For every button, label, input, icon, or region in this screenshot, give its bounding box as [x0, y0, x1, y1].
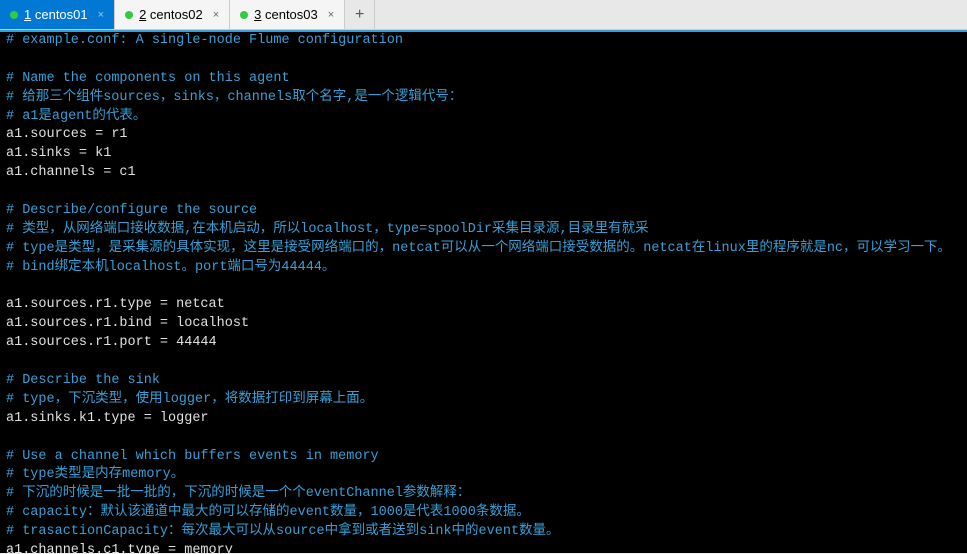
terminal-line [6, 429, 961, 448]
tab-label: 3 centos03 [254, 7, 318, 22]
add-tab-button[interactable]: + [345, 0, 375, 29]
terminal-line [6, 183, 961, 202]
tab-label: 1 centos01 [24, 7, 88, 22]
terminal-line: # 下沉的时候是一批一批的，下沉的时候是一个个eventChannel参数解释： [6, 485, 961, 504]
terminal-line: a1.sources = r1 [6, 126, 961, 145]
terminal-line: a1.channels = c1 [6, 164, 961, 183]
status-dot-icon [125, 11, 133, 19]
terminal-line: # 给那三个组件sources，sinks，channels取个名字,是一个逻辑… [6, 89, 961, 108]
status-dot-icon [10, 11, 18, 19]
terminal-line: # bind绑定本机localhost。port端口号为44444。 [6, 259, 961, 278]
terminal-line: # example.conf: A single-node Flume conf… [6, 32, 961, 51]
terminal-line: # capacity：默认该通道中最大的可以存储的event数量，1000是代表… [6, 504, 961, 523]
tab-centos02[interactable]: 2 centos02 × [115, 0, 230, 29]
terminal-line: a1.sinks.k1.type = logger [6, 410, 961, 429]
terminal-line: # a1是agent的代表。 [6, 108, 961, 127]
tab-centos03[interactable]: 3 centos03 × [230, 0, 345, 29]
terminal-line [6, 353, 961, 372]
terminal-line: a1.sinks = k1 [6, 145, 961, 164]
terminal-line: # Use a channel which buffers events in … [6, 448, 961, 467]
tab-centos01[interactable]: 1 centos01 × [0, 0, 115, 29]
terminal-line: # trasactionCapacity：每次最大可以从source中拿到或者送… [6, 523, 961, 542]
terminal-line: # 类型，从网络端口接收数据,在本机启动，所以localhost，type=sp… [6, 221, 961, 240]
status-dot-icon [240, 11, 248, 19]
terminal-line [6, 278, 961, 297]
terminal-line: # Name the components on this agent [6, 70, 961, 89]
terminal-output[interactable]: # example.conf: A single-node Flume conf… [0, 30, 967, 553]
close-icon[interactable]: × [328, 9, 334, 21]
terminal-line: a1.sources.r1.bind = localhost [6, 315, 961, 334]
terminal-line: # Describe/configure the source [6, 202, 961, 221]
terminal-line: a1.channels.c1.type = memory [6, 542, 961, 553]
terminal-line: # type，下沉类型，使用logger，将数据打印到屏幕上面。 [6, 391, 961, 410]
close-icon[interactable]: × [98, 9, 104, 21]
close-icon[interactable]: × [213, 9, 219, 21]
terminal-line: a1.sources.r1.type = netcat [6, 296, 961, 315]
tab-label: 2 centos02 [139, 7, 203, 22]
terminal-line: # Describe the sink [6, 372, 961, 391]
terminal-line [6, 51, 961, 70]
tab-bar: 1 centos01 × 2 centos02 × 3 centos03 × + [0, 0, 967, 30]
terminal-line: # type类型是内存memory。 [6, 466, 961, 485]
terminal-line: # type是类型，是采集源的具体实现，这里是接受网络端口的，netcat可以从… [6, 240, 961, 259]
terminal-line: a1.sources.r1.port = 44444 [6, 334, 961, 353]
